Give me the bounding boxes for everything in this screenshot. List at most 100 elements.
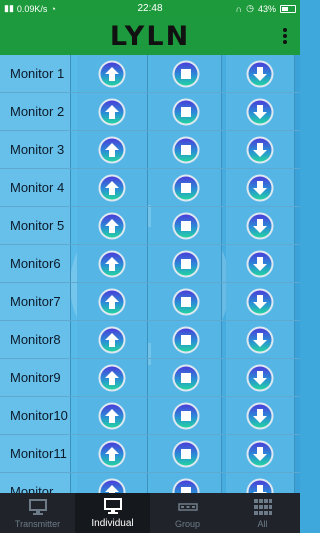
- stop-cell: [151, 473, 222, 493]
- tab-label: All: [257, 519, 268, 529]
- stop-cell: [151, 397, 222, 434]
- stop-cell: [151, 321, 222, 358]
- app-logo: LYLN: [109, 20, 191, 52]
- stop-button[interactable]: [172, 212, 200, 240]
- up-cell: [77, 397, 148, 434]
- stop-button[interactable]: [172, 98, 200, 126]
- arrow-down-button[interactable]: [246, 326, 274, 354]
- stop-button[interactable]: [172, 60, 200, 88]
- arrow-up-button[interactable]: [98, 212, 126, 240]
- monitor-label: Monitor9: [0, 359, 71, 396]
- tab-individual[interactable]: Individual: [75, 493, 150, 533]
- down-cell: [226, 207, 295, 244]
- stop-button[interactable]: [172, 174, 200, 202]
- arrow-up-button[interactable]: [98, 440, 126, 468]
- stop-button[interactable]: [172, 402, 200, 430]
- monitor-row: Monitor10: [0, 397, 300, 435]
- down-cell: [226, 435, 295, 472]
- arrow-down-button[interactable]: [246, 288, 274, 316]
- monitor-label: Monitor6: [0, 245, 71, 282]
- stop-cell: [151, 169, 222, 206]
- down-cell: [226, 131, 295, 168]
- monitor-row: Monitor 4: [0, 169, 300, 207]
- arrow-up-button[interactable]: [98, 136, 126, 164]
- stop-cell: [151, 359, 222, 396]
- arrow-down-button[interactable]: [246, 250, 274, 278]
- arrow-down-button[interactable]: [246, 440, 274, 468]
- stop-button[interactable]: [172, 478, 200, 493]
- up-cell: [77, 55, 148, 92]
- monitor-label: Monitor11: [0, 435, 71, 472]
- monitor-row: Monitor 1: [0, 55, 300, 93]
- arrow-down-button[interactable]: [246, 402, 274, 430]
- stop-button[interactable]: [172, 326, 200, 354]
- status-bar: ▮▮ 0.09K/s ◔ 22:48 ∩ ◷ 43%: [0, 0, 300, 17]
- up-cell: [77, 435, 148, 472]
- monitor-label: Monitor10: [0, 397, 71, 434]
- arrow-down-button[interactable]: [246, 478, 274, 493]
- arrow-up-button[interactable]: [98, 364, 126, 392]
- down-cell: [226, 169, 295, 206]
- monitor-label: Monitor: [0, 473, 71, 493]
- monitor-row: Monitor7: [0, 283, 300, 321]
- tab-all[interactable]: All: [225, 493, 300, 533]
- monitor-grid[interactable]: Monitor 1 Monitor 2 Monitor 3 Monitor 4 Moni…: [0, 55, 300, 493]
- arrow-down-button[interactable]: [246, 212, 274, 240]
- down-cell: [226, 93, 295, 130]
- stop-cell: [151, 245, 222, 282]
- down-cell: [226, 321, 295, 358]
- tab-label: Transmitter: [14, 519, 61, 529]
- monitor-row: Monitor: [0, 473, 300, 493]
- arrow-up-button[interactable]: [98, 250, 126, 278]
- arrow-down-button[interactable]: [246, 364, 274, 392]
- monitor-label: Monitor 5: [0, 207, 71, 244]
- up-cell: [77, 283, 148, 320]
- up-cell: [77, 131, 148, 168]
- up-cell: [77, 169, 148, 206]
- arrow-down-button[interactable]: [246, 174, 274, 202]
- arrow-up-button[interactable]: [98, 98, 126, 126]
- down-cell: [226, 245, 295, 282]
- tab-label: Group: [174, 519, 200, 529]
- monitor-icon: [28, 499, 47, 515]
- arrow-up-button[interactable]: [98, 478, 126, 493]
- arrow-up-button[interactable]: [98, 288, 126, 316]
- arrow-down-button[interactable]: [246, 136, 274, 164]
- stop-cell: [151, 207, 222, 244]
- tab-label: Individual: [91, 518, 134, 529]
- monitor-icon: [103, 498, 122, 514]
- stop-button[interactable]: [172, 440, 200, 468]
- up-cell: [77, 93, 148, 130]
- monitor-row: Monitor8: [0, 321, 300, 359]
- arrow-down-button[interactable]: [246, 98, 274, 126]
- up-cell: [77, 473, 148, 493]
- stop-button[interactable]: [172, 288, 200, 316]
- arrow-up-button[interactable]: [98, 60, 126, 88]
- up-cell: [77, 321, 148, 358]
- arrow-up-button[interactable]: [98, 326, 126, 354]
- tab-transmitter[interactable]: Transmitter: [0, 493, 75, 533]
- monitor-row: Monitor 2: [0, 93, 300, 131]
- down-cell: [226, 283, 295, 320]
- monitor-label: Monitor 1: [0, 55, 71, 92]
- stop-button[interactable]: [172, 136, 200, 164]
- stop-cell: [151, 55, 222, 92]
- monitor-row: Monitor9: [0, 359, 300, 397]
- arrow-down-button[interactable]: [246, 60, 274, 88]
- stop-button[interactable]: [172, 250, 200, 278]
- group-icon: [177, 503, 198, 511]
- monitor-row: Monitor 3: [0, 131, 300, 169]
- up-cell: [77, 245, 148, 282]
- monitor-label: Monitor7: [0, 283, 71, 320]
- overflow-menu-icon[interactable]: [283, 28, 287, 44]
- monitor-label: Monitor8: [0, 321, 71, 358]
- down-cell: [226, 397, 295, 434]
- stop-button[interactable]: [172, 364, 200, 392]
- up-cell: [77, 207, 148, 244]
- arrow-up-button[interactable]: [98, 174, 126, 202]
- arrow-up-button[interactable]: [98, 402, 126, 430]
- bottom-tab-bar: Transmitter Individual Group All: [0, 493, 300, 533]
- down-cell: [226, 473, 295, 493]
- tab-group[interactable]: Group: [150, 493, 225, 533]
- app-bar: LYLN: [0, 17, 300, 55]
